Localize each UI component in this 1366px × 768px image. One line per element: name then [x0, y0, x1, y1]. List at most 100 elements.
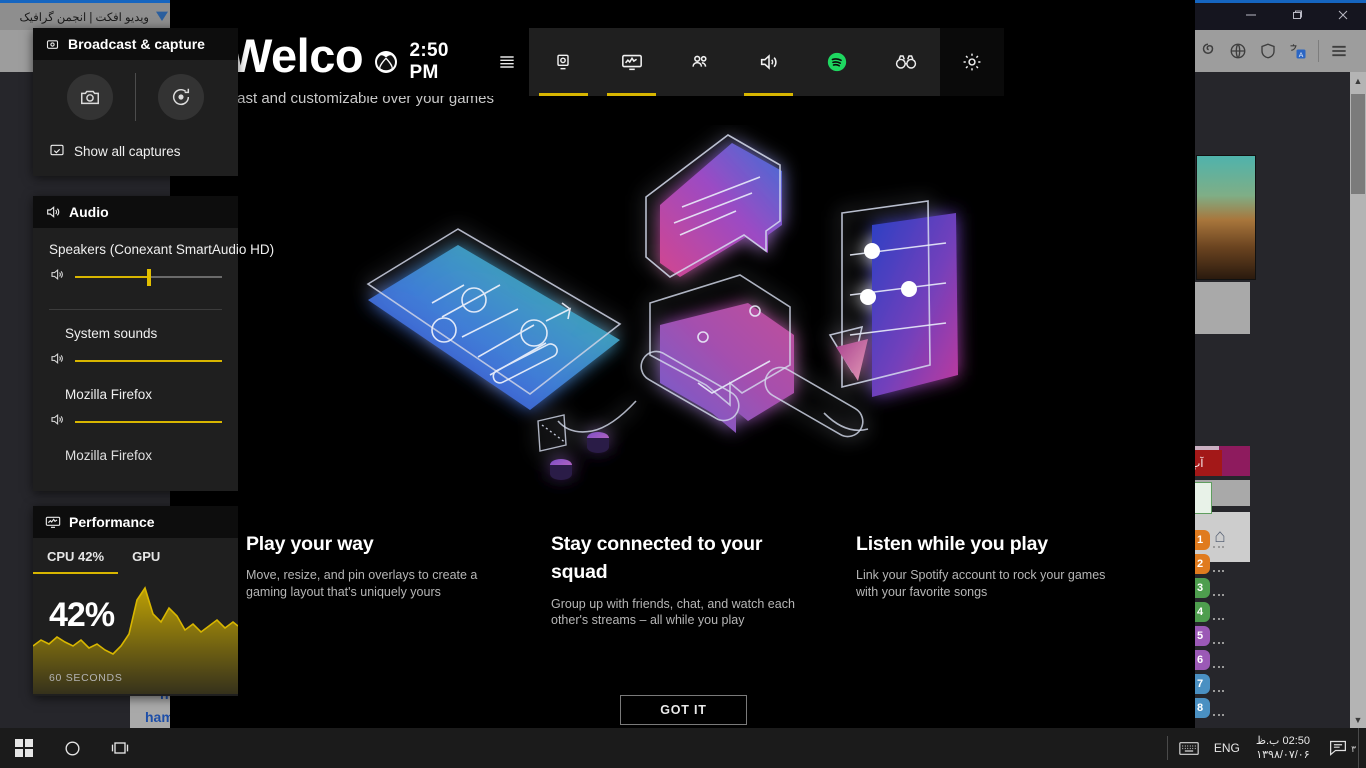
keyboard-icon[interactable]: [1172, 741, 1206, 756]
system-tray: ENG 02:50 ب.ظ ۱۳۹۸/۰۷/۰۶ ۳: [1163, 728, 1366, 768]
speaker-icon: [45, 204, 61, 220]
got-it-button[interactable]: GOT IT: [620, 695, 747, 725]
browser-tab[interactable]: ویدیو افکت | انجمن گرافیک: [0, 3, 176, 30]
badge-dots: [1213, 690, 1224, 692]
audio-app-name: Mozilla Firefox: [65, 448, 153, 463]
badge-dots: [1213, 714, 1224, 716]
gamebar-item-spotify[interactable]: [803, 28, 872, 96]
firefox-logo-icon: [154, 9, 170, 25]
device-volume-row[interactable]: [33, 257, 238, 287]
show-desktop-button[interactable]: [1358, 728, 1366, 768]
close-button[interactable]: [1320, 0, 1366, 30]
maximize-button[interactable]: [1274, 0, 1320, 30]
slider-knob[interactable]: [146, 268, 151, 286]
tab-gpu[interactable]: GPU: [118, 538, 174, 574]
language-indicator[interactable]: ENG: [1206, 741, 1248, 755]
widget-title: Broadcast & capture: [68, 36, 205, 52]
start-button[interactable]: [0, 728, 48, 768]
widget-menu-icon[interactable]: [484, 52, 529, 72]
badge-row[interactable]: 4: [1190, 602, 1224, 626]
gamebar-item-performance[interactable]: [598, 28, 667, 96]
audio-app-name: Mozilla Firefox: [65, 387, 153, 402]
photo-thumbnail[interactable]: [1196, 155, 1256, 280]
audio-app-name: System sounds: [65, 326, 158, 341]
translate-icon[interactable]: A: [1288, 41, 1308, 61]
scroll-down-icon[interactable]: ▼: [1350, 711, 1366, 728]
notification-center-button[interactable]: ۳: [1318, 739, 1358, 757]
speaker-icon: [49, 412, 65, 432]
badge-row[interactable]: 2: [1190, 554, 1224, 578]
app-volume-row[interactable]: [33, 402, 238, 432]
feature-card-1: Stay connected to your squad Group up wi…: [551, 530, 821, 629]
badge-row[interactable]: 6: [1190, 650, 1224, 674]
graph-timespan-label: 60 SECONDS: [49, 672, 123, 684]
device-volume-slider[interactable]: [75, 268, 222, 286]
badge-dots: [1213, 618, 1224, 620]
record-last-button[interactable]: [158, 74, 204, 120]
widget-header[interactable]: Broadcast & capture: [33, 28, 238, 60]
xbox-icon[interactable]: [363, 50, 410, 74]
extension-icon[interactable]: [1198, 41, 1218, 61]
app-volume-row[interactable]: [33, 341, 238, 371]
gamebar-item-audio[interactable]: [735, 28, 804, 96]
speaker-icon: [49, 351, 65, 371]
badge-dots: [1213, 570, 1224, 572]
gamebar-item-looking-for-group[interactable]: [872, 28, 941, 96]
divider: [135, 73, 136, 121]
app-volume-slider[interactable]: [75, 415, 222, 429]
feature-heading: Listen while you play: [856, 533, 1048, 555]
badge-row[interactable]: 1: [1190, 530, 1224, 554]
task-view-button[interactable]: [96, 728, 144, 768]
gamebar-toolbar-left: 2:50 PM: [363, 28, 529, 96]
feature-heading: Play your way: [246, 533, 374, 555]
feature-card-2: Listen while you play Link your Spotify …: [856, 530, 1116, 601]
performance-tabs: CPU 42% GPU: [33, 538, 238, 574]
welcome-panel: Welcome Fast and customizable over your …: [170, 0, 1195, 728]
badge-list: 12345678: [1190, 530, 1224, 722]
gamebar-item-social[interactable]: [666, 28, 735, 96]
badge-row[interactable]: 7: [1190, 674, 1224, 698]
badge-row[interactable]: 3: [1190, 578, 1224, 602]
page-scrollbar[interactable]: ▲ ▼: [1350, 72, 1366, 728]
gamebar-item-capture[interactable]: [529, 28, 598, 96]
show-all-captures-link[interactable]: Show all captures: [33, 134, 238, 168]
clock-date: ۱۳۹۸/۰۷/۰۶: [1256, 749, 1310, 761]
scroll-up-icon[interactable]: ▲: [1350, 72, 1366, 89]
taskbar: ENG 02:50 ب.ظ ۱۳۹۸/۰۷/۰۶ ۳: [0, 728, 1366, 768]
gamebar-settings-button[interactable]: [940, 28, 1004, 96]
scrollbar-thumb[interactable]: [1351, 94, 1365, 194]
globe-icon[interactable]: [1228, 41, 1248, 61]
feature-body: Move, resize, and pin overlays to create…: [246, 568, 478, 599]
clock-time: 02:50 ب.ظ: [1255, 735, 1310, 747]
feature-body: Group up with friends, chat, and watch e…: [551, 596, 795, 628]
performance-graph-area: 42% 60 SECONDS: [33, 574, 238, 694]
minimize-button[interactable]: [1228, 0, 1274, 30]
badge-dots: [1213, 642, 1224, 644]
toolbar-divider: [1318, 40, 1319, 62]
tray-divider: [1166, 736, 1168, 760]
performance-icon: [45, 514, 61, 530]
widget-header[interactable]: Performance: [33, 506, 238, 538]
broadcast-capture-widget: Broadcast & capture Show all captures: [33, 28, 238, 176]
slider-fill: [75, 421, 222, 423]
feature-heading: Stay connected to your squad: [551, 533, 763, 584]
screenshot-button[interactable]: [67, 74, 113, 120]
shield-icon[interactable]: [1258, 41, 1278, 61]
feature-card-0: Play your way Move, resize, and pin over…: [246, 530, 511, 601]
performance-widget: Performance CPU 42% GPU 42% 60 SECONDS: [33, 506, 238, 696]
gallery-icon: [49, 142, 65, 161]
widget-header[interactable]: Audio: [33, 196, 238, 228]
gamebar-items: [529, 28, 940, 96]
badge-row[interactable]: 5: [1190, 626, 1224, 650]
app-volume-slider[interactable]: [75, 354, 222, 368]
search-button[interactable]: [48, 728, 96, 768]
hamburger-menu-icon[interactable]: [1329, 41, 1349, 61]
svg-text:A: A: [1299, 52, 1304, 59]
clock[interactable]: 02:50 ب.ظ ۱۳۹۸/۰۷/۰۶: [1248, 734, 1318, 762]
capture-buttons-row: [33, 60, 238, 134]
cpu-usage-value: 42%: [49, 596, 115, 634]
slider-fill: [75, 276, 149, 278]
tab-cpu[interactable]: CPU 42%: [33, 538, 119, 574]
badge-row[interactable]: 8: [1190, 698, 1224, 722]
slider-fill: [75, 360, 222, 362]
